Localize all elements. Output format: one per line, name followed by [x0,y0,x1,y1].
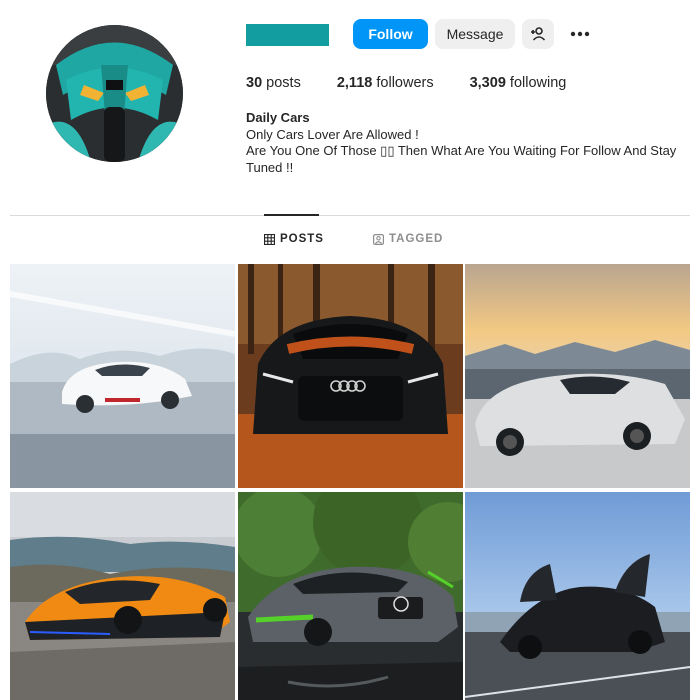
add-user-button[interactable] [522,19,554,49]
tab-posts[interactable]: POSTS [264,233,324,245]
tab-posts-label: POSTS [280,233,324,245]
post-tile-black-audi-autumn[interactable] [238,264,463,488]
post-tile-mercedes-amg-forest[interactable] [238,492,463,700]
add-user-icon [531,27,546,41]
post-image [238,264,463,488]
followers-count: 2,118 [336,75,373,91]
username-redacted [246,24,329,46]
tab-tagged-label: TAGGED [389,233,444,245]
post-image [465,264,690,488]
tab-tagged[interactable]: TAGGED [373,233,443,245]
profile-avatar[interactable] [46,25,183,162]
post-tile-white-ferrari-snow[interactable] [10,264,235,488]
profile-bio: Daily Cars Only Cars Lover Are Allowed !… [246,110,686,176]
follow-button[interactable]: Follow [353,19,428,49]
posts-count: 30 [246,75,263,91]
tabs-divider [10,215,690,216]
grid-icon [264,233,275,245]
post-tile-silver-ferrari-sunset[interactable] [465,264,690,488]
posts-stat: 30 posts [246,75,301,91]
followers-label: followers [376,75,434,91]
post-image [10,492,235,700]
followers-stat[interactable]: 2,118 followers [337,75,434,91]
post-tile-orange-mclaren-coast[interactable] [10,492,235,700]
message-button[interactable]: Message [435,19,515,49]
more-options-button[interactable] [566,19,594,49]
profile-stats: 30 posts 2,118 followers 3,309 following [246,75,566,91]
bio-line-1: Only Cars Lover Are Allowed ! [246,126,419,142]
following-stat[interactable]: 3,309 following [470,75,567,91]
more-options-icon [570,31,590,37]
post-image [238,492,463,700]
sports-motorcycle-avatar [46,25,183,162]
active-tab-indicator [264,214,319,216]
tagged-icon [373,233,384,245]
posts-grid [10,264,690,700]
following-label: following [509,75,567,91]
following-count: 3,309 [469,75,506,91]
post-tile-black-mclaren-doors-open[interactable] [465,492,690,700]
post-image [10,264,235,488]
post-image [465,492,690,700]
posts-label: posts [266,75,301,91]
bio-display-name: Daily Cars [246,110,310,125]
bio-line-2: Are You One Of Those ▯▯ Then What Are Yo… [246,143,677,175]
